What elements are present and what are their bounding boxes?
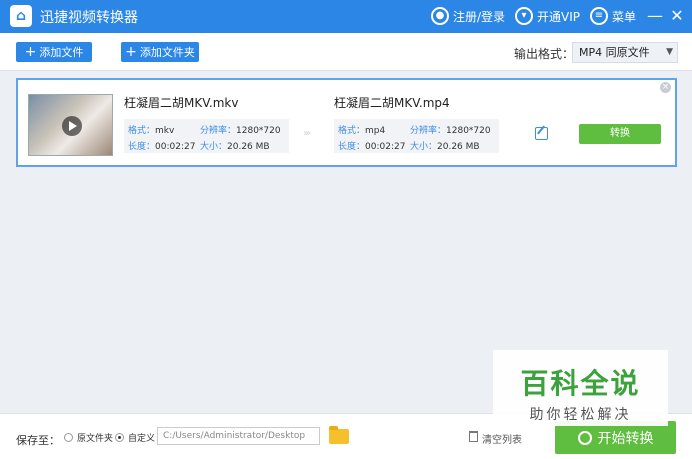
source-info: 格式：mkv 分辨率：1280*720 长度：00:02:27 大小：20.26… xyxy=(124,119,289,153)
resolution-key: 分辨率： xyxy=(200,126,237,136)
size-value: 20.26 MB xyxy=(227,142,270,152)
format-value: mkv xyxy=(155,126,175,136)
user-icon: ● xyxy=(431,7,449,25)
trash-icon[interactable] xyxy=(469,431,478,442)
cart-icon: ▾ xyxy=(515,7,533,25)
resolution-value: 1280*720 xyxy=(236,126,281,136)
watermark-main: 百科全说 xyxy=(520,367,641,400)
add-file-button[interactable]: + 添加文件 xyxy=(16,42,92,62)
size-key: 大小： xyxy=(410,142,438,152)
vip-button[interactable]: ▾ 开通VIP xyxy=(515,7,580,25)
target-info: 格式：mp4 分辨率：1280*720 长度：00:02:27 大小：20.26… xyxy=(334,119,499,153)
arrow-right-icon: ››› xyxy=(303,128,311,139)
menu-button[interactable]: ≡ 菜单 xyxy=(590,7,636,25)
format-key: 格式： xyxy=(128,126,156,136)
remove-file-icon[interactable]: × xyxy=(660,82,671,93)
edit-icon[interactable] xyxy=(535,127,548,140)
resolution-key: 分辨率： xyxy=(410,126,447,136)
app-title: 迅捷视频转换器 xyxy=(40,10,138,26)
folder-icon[interactable] xyxy=(329,426,349,444)
menu-label: 菜单 xyxy=(612,9,637,24)
save-to-label: 保存至： xyxy=(16,434,60,447)
add-folder-label: 添加文件夹 xyxy=(139,46,195,59)
vip-label: 开通VIP xyxy=(537,9,580,24)
format-value: mp4 xyxy=(365,126,386,136)
add-folder-button[interactable]: + 添加文件夹 xyxy=(121,42,199,62)
start-icon xyxy=(577,430,592,445)
start-convert-label: 开始转换 xyxy=(597,430,654,447)
watermark-sub: 助你轻松解决 xyxy=(529,407,632,423)
clear-list-button[interactable]: 清空列表 xyxy=(482,431,522,446)
register-login-button[interactable]: ● 注册/登录 xyxy=(431,7,505,25)
duration-value: 00:02:27 xyxy=(155,142,196,152)
add-file-label: 添加文件 xyxy=(39,46,84,59)
size-key: 大小： xyxy=(200,142,228,152)
title-bar: ⌂ 迅捷视频转换器 ● 注册/登录 ▾ 开通VIP ≡ 菜单 — ✕ xyxy=(0,0,692,33)
output-format-value: MP4 同原文件 xyxy=(579,46,650,59)
radio-custom[interactable] xyxy=(115,433,124,442)
resolution-value: 1280*720 xyxy=(446,126,491,136)
format-key: 格式： xyxy=(338,126,366,136)
output-path-input[interactable]: C:/Users/Administrator/Desktop xyxy=(157,427,320,445)
size-value: 20.26 MB xyxy=(437,142,480,152)
output-format-select[interactable]: MP4 同原文件 ▼ xyxy=(572,42,678,63)
register-login-label: 注册/登录 xyxy=(453,9,506,24)
duration-key: 长度： xyxy=(338,142,366,152)
radio-original-folder[interactable] xyxy=(64,433,73,442)
close-button[interactable]: ✕ xyxy=(667,6,687,25)
video-thumbnail[interactable] xyxy=(28,94,113,156)
watermark: 百科全说 助你轻松解决 xyxy=(493,350,668,426)
menu-icon: ≡ xyxy=(590,7,608,25)
output-format-label: 输出格式： xyxy=(514,47,575,61)
radio-custom-label[interactable]: 自定义 xyxy=(128,431,155,444)
chevron-down-icon: ▼ xyxy=(666,47,673,57)
radio-original-folder-label[interactable]: 原文件夹 xyxy=(77,431,113,444)
file-item[interactable]: × 枉凝眉二胡MKV.mkv 格式：mkv 分辨率：1280*720 长度：00… xyxy=(16,78,677,167)
plus-icon: + xyxy=(125,44,137,60)
plus-icon: + xyxy=(24,44,37,60)
duration-value: 00:02:27 xyxy=(365,142,406,152)
target-file-name: 枉凝眉二胡MKV.mp4 xyxy=(334,96,450,110)
duration-key: 长度： xyxy=(128,142,156,152)
convert-button[interactable]: 转换 xyxy=(579,124,661,144)
app-logo-icon: ⌂ xyxy=(10,5,32,27)
toolbar: + 添加文件 + 添加文件夹 输出格式： MP4 同原文件 ▼ xyxy=(0,33,692,71)
play-icon[interactable] xyxy=(62,116,82,136)
minimize-button[interactable]: — xyxy=(645,6,665,25)
source-file-name: 枉凝眉二胡MKV.mkv xyxy=(124,96,239,110)
